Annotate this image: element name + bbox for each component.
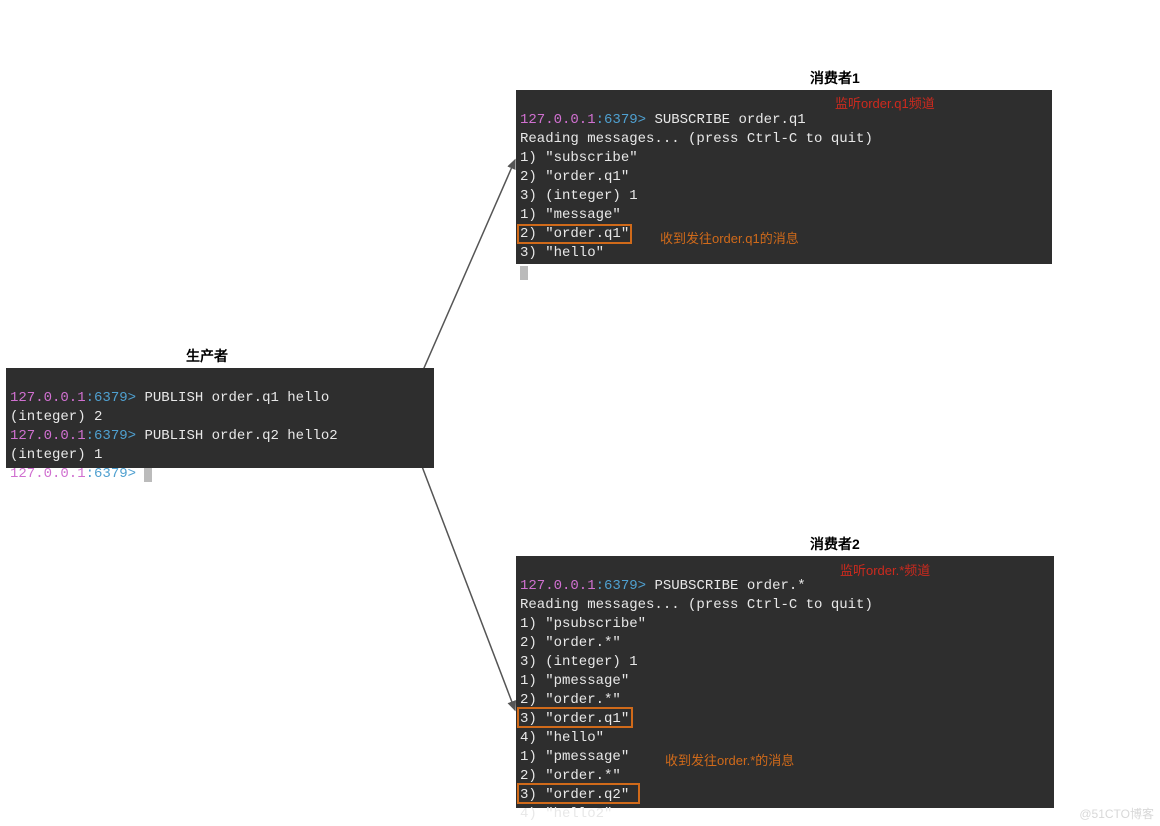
producer-line3: (integer) 1 (10, 447, 102, 463)
consumer2-line-8: 1) "pmessage" (520, 749, 629, 765)
producer-line2-port: :6379> (86, 428, 136, 444)
consumer2-terminal: 127.0.0.1:6379> PSUBSCRIBE order.* Readi… (516, 556, 1054, 808)
consumer1-line-4: 1) "message" (520, 207, 621, 223)
consumer1-annotation-received: 收到发往order.q1的消息 (660, 228, 799, 247)
consumer2-line-0: Reading messages... (press Ctrl-C to qui… (520, 597, 873, 613)
consumer1-line-2: 2) "order.q1" (520, 169, 629, 185)
producer-terminal: 127.0.0.1:6379> PUBLISH order.q1 hello (… (6, 368, 434, 468)
consumer1-line-5: 2) "order.q1" (520, 226, 629, 242)
consumer2-line-1: 1) "psubscribe" (520, 616, 646, 632)
producer-cursor (144, 468, 152, 482)
consumer1-line-1: 1) "subscribe" (520, 150, 638, 166)
producer-line1: (integer) 2 (10, 409, 102, 425)
consumer2-line-10: 3) "order.q2" (520, 787, 629, 803)
consumer2-title: 消费者2 (810, 534, 860, 554)
consumer2-line-5: 2) "order.*" (520, 692, 621, 708)
consumer2-line-9: 2) "order.*" (520, 768, 621, 784)
producer-line4-ip: 127.0.0.1 (10, 466, 86, 482)
consumer1-line-0: Reading messages... (press Ctrl-C to qui… (520, 131, 873, 147)
consumer2-ip: 127.0.0.1 (520, 578, 596, 594)
consumer2-line-6: 3) "order.q1" (520, 711, 629, 727)
consumer2-line-7: 4) "hello" (520, 730, 604, 746)
producer-line0-port: :6379> (86, 390, 136, 406)
consumer2-annotation-listen: 监听order.*频道 (840, 560, 930, 579)
producer-title: 生产者 (186, 346, 228, 366)
consumer1-line-3: 3) (integer) 1 (520, 188, 638, 204)
producer-line4-port: :6379> (86, 466, 136, 482)
producer-line0-cmd: PUBLISH order.q1 hello (136, 390, 329, 406)
producer-line4-cmd (136, 466, 144, 482)
producer-line2-ip: 127.0.0.1 (10, 428, 86, 444)
consumer2-port: :6379> (596, 578, 646, 594)
consumer1-cursor (520, 266, 528, 280)
consumer2-line-11: 4) "hello2" (520, 806, 612, 822)
arrow-producer-to-consumer2 (400, 425, 530, 725)
consumer1-ip: 127.0.0.1 (520, 112, 596, 128)
consumer2-annotation-received: 收到发往order.*的消息 (665, 750, 794, 769)
consumer1-cmd: SUBSCRIBE order.q1 (646, 112, 806, 128)
consumer2-line-2: 2) "order.*" (520, 635, 621, 651)
consumer2-line-3: 3) (integer) 1 (520, 654, 638, 670)
consumer1-line-6: 3) "hello" (520, 245, 604, 261)
consumer1-annotation-listen: 监听order.q1频道 (835, 93, 935, 112)
watermark: @51CTO博客 (1079, 805, 1154, 822)
consumer2-line-4: 1) "pmessage" (520, 673, 629, 689)
producer-line2-cmd: PUBLISH order.q2 hello2 (136, 428, 338, 444)
consumer1-port: :6379> (596, 112, 646, 128)
producer-line0-ip: 127.0.0.1 (10, 390, 86, 406)
consumer1-title: 消费者1 (810, 68, 860, 88)
consumer2-cmd: PSUBSCRIBE order.* (646, 578, 806, 594)
